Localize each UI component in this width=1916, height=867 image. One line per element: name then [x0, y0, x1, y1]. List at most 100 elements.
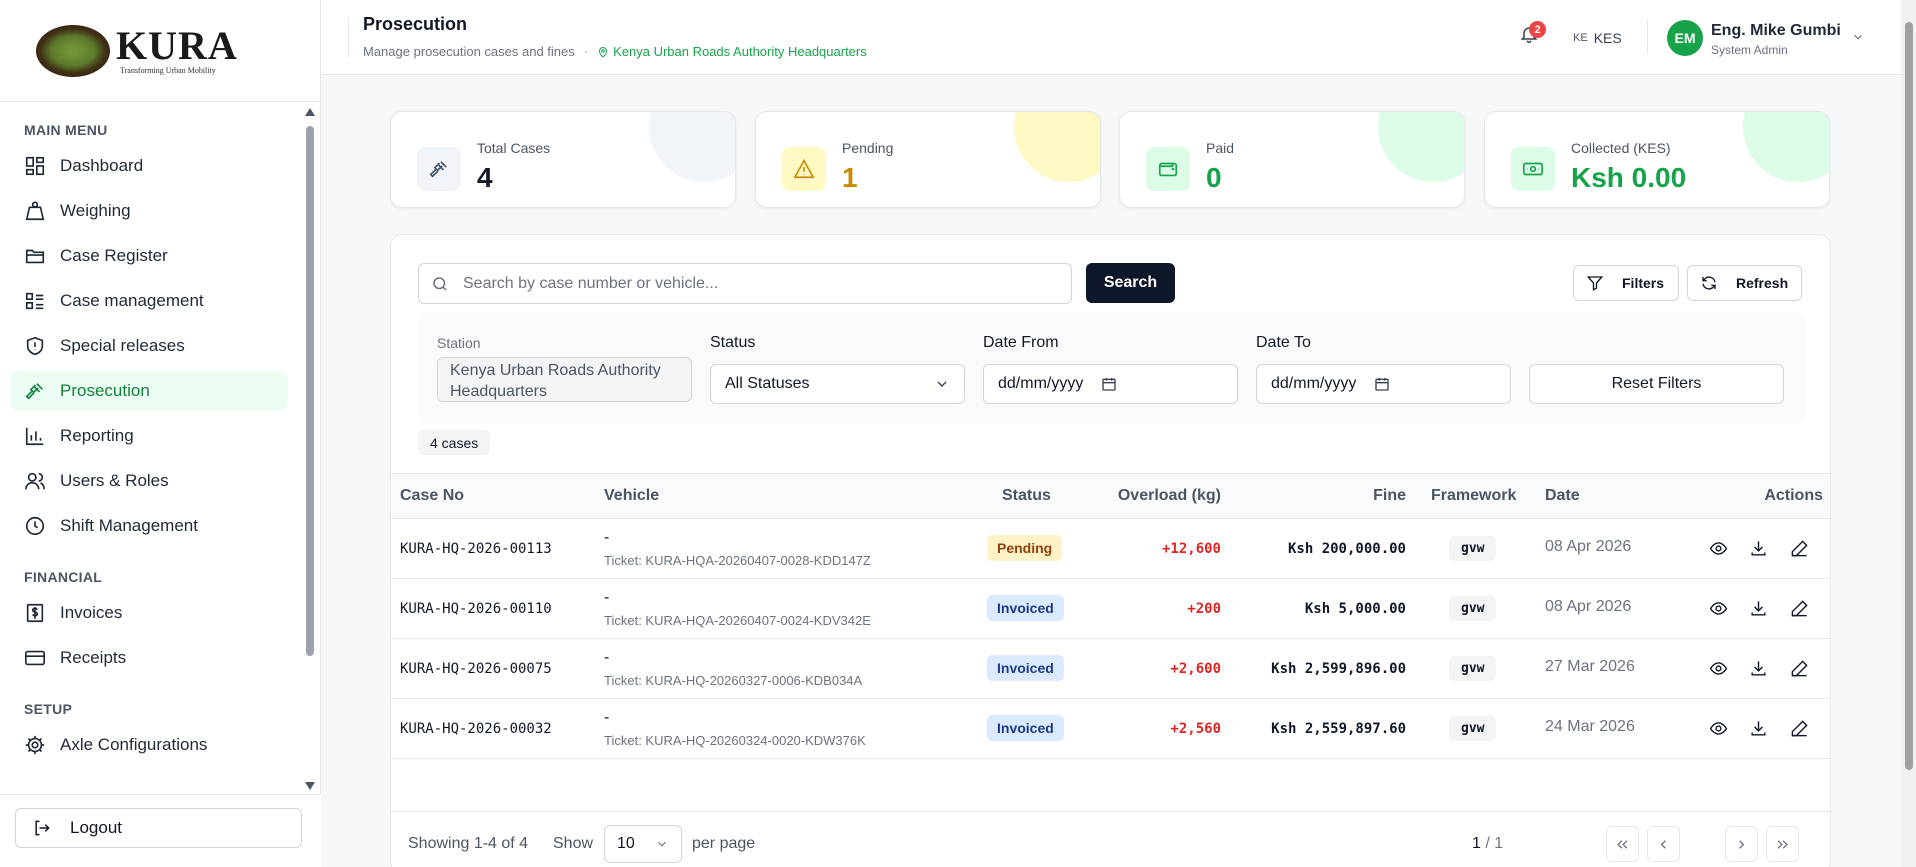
download-icon[interactable] — [1747, 597, 1769, 619]
date-from-input[interactable]: dd/mm/yyyy — [983, 364, 1238, 404]
framework-badge: gvw — [1449, 596, 1497, 621]
scrollbar-thumb[interactable] — [306, 126, 314, 656]
sidebar-item-reporting[interactable]: Reporting — [11, 416, 288, 456]
edit-icon[interactable] — [1788, 717, 1810, 739]
date-to-input[interactable]: dd/mm/yyyy — [1256, 364, 1511, 404]
view-icon[interactable] — [1707, 597, 1729, 619]
sidebar-item-shift-management[interactable]: Shift Management — [11, 506, 288, 546]
view-icon[interactable] — [1707, 657, 1729, 679]
per-page-select[interactable]: 10 — [604, 825, 682, 863]
table-row[interactable]: KURA-HQ-2026-00110 - Ticket: KURA-HQA-20… — [391, 579, 1830, 639]
case-number[interactable]: KURA-HQ-2026-00032 — [400, 721, 552, 737]
fine-value: Ksh 5,000.00 — [1304, 601, 1406, 617]
view-icon[interactable] — [1707, 537, 1729, 559]
col-framework[interactable]: Framework — [1431, 487, 1516, 505]
stat-card-total-cases: Total Cases 4 — [390, 111, 736, 208]
logout-button[interactable]: Logout — [15, 808, 302, 848]
notifications-button[interactable]: 2 — [1519, 21, 1546, 48]
nav-section-title: FINANCIAL — [24, 569, 103, 585]
prev-page-button[interactable] — [1647, 826, 1680, 862]
case-number[interactable]: KURA-HQ-2026-00110 — [400, 601, 552, 617]
edit-icon[interactable] — [1788, 537, 1810, 559]
sidebar-item-case-register[interactable]: Case Register — [11, 236, 288, 276]
sidebar-item-special-releases[interactable]: Special releases — [11, 326, 288, 366]
download-icon[interactable] — [1747, 717, 1769, 739]
user-name[interactable]: Eng. Mike Gumbi — [1711, 22, 1841, 40]
station-link[interactable]: Kenya Urban Roads Authority Headquarters — [597, 44, 867, 59]
cases-panel: Search Filters Refresh Station Kenya Urb… — [390, 234, 1831, 867]
brand-name: KURA — [116, 23, 238, 68]
stat-value: 0 — [1206, 162, 1222, 193]
last-page-button[interactable] — [1766, 826, 1799, 862]
case-number[interactable]: KURA-HQ-2026-00075 — [400, 661, 552, 677]
scroll-down-icon[interactable] — [305, 782, 315, 790]
next-page-button[interactable] — [1725, 826, 1758, 862]
sidebar-item-label: Invoices — [60, 603, 123, 622]
stat-label: Collected (KES) — [1571, 140, 1671, 156]
page-scrollbar-thumb[interactable] — [1905, 22, 1913, 770]
sidebar-item-label: Case management — [60, 291, 204, 310]
chevron-right-icon — [1739, 839, 1745, 849]
filters-button[interactable]: Filters — [1573, 265, 1679, 301]
sidebar-item-axle-configurations[interactable]: Axle Configurations — [11, 725, 288, 765]
status-select[interactable]: All Statuses — [710, 364, 965, 404]
sidebar-item-dashboard[interactable]: Dashboard — [11, 146, 288, 186]
sidebar-item-case-management[interactable]: Case management — [11, 281, 288, 321]
search-button[interactable]: Search — [1086, 263, 1175, 303]
page-title: Prosecution — [363, 14, 468, 34]
col-vehicle[interactable]: Vehicle — [604, 487, 659, 505]
search-box[interactable] — [418, 263, 1072, 304]
currency-selector[interactable]: KE KES — [1573, 30, 1622, 46]
col-case-no[interactable]: Case No — [400, 487, 464, 505]
col-fine[interactable]: Fine — [1373, 487, 1406, 505]
sidebar-item-receipts[interactable]: Receipts — [11, 638, 288, 678]
edit-icon[interactable] — [1788, 597, 1810, 619]
page-indicator: 1 / 1 — [1472, 835, 1503, 853]
refresh-button[interactable]: Refresh — [1687, 265, 1802, 301]
ticket-number: Ticket: KURA-HQ-20260327-0006-KDB034A — [604, 673, 863, 688]
download-icon[interactable] — [1747, 657, 1769, 679]
page-scrollbar[interactable] — [1901, 0, 1916, 867]
stat-value: 1 — [842, 162, 858, 193]
fine-value: Ksh 2,559,897.60 — [1271, 721, 1406, 737]
download-icon[interactable] — [1747, 537, 1769, 559]
users-icon — [24, 470, 46, 492]
table-row[interactable]: KURA-HQ-2026-00113 - Ticket: KURA-HQA-20… — [391, 519, 1830, 579]
first-page-button[interactable] — [1606, 826, 1639, 862]
scroll-up-icon[interactable] — [305, 108, 315, 116]
filter-panel: Station Kenya Urban Roads Authority Head… — [418, 312, 1805, 424]
calendar-icon[interactable] — [1374, 376, 1390, 392]
clock-icon — [24, 515, 46, 537]
user-menu-chevron-icon[interactable] — [1851, 30, 1865, 44]
sidebar-item-prosecution[interactable]: Prosecution — [11, 371, 288, 411]
list-icon — [24, 290, 46, 312]
sidebar-item-invoices[interactable]: Invoices — [11, 593, 288, 633]
date-from-label: Date From — [983, 334, 1059, 351]
card-icon — [24, 647, 46, 669]
search-input[interactable] — [463, 274, 1043, 293]
vehicle-value: - — [604, 649, 610, 666]
table-row[interactable]: KURA-HQ-2026-00075 - Ticket: KURA-HQ-202… — [391, 639, 1830, 699]
sidebar-item-weighing[interactable]: Weighing — [11, 191, 288, 231]
sidebar-item-label: Prosecution — [60, 381, 150, 400]
col-status[interactable]: Status — [1002, 487, 1051, 505]
logo[interactable]: KURA Transforming Urban Mobility — [0, 0, 320, 102]
view-icon[interactable] — [1707, 717, 1729, 739]
reset-filters-button[interactable]: Reset Filters — [1529, 364, 1784, 404]
sidebar-item-users-roles[interactable]: Users & Roles — [11, 461, 288, 501]
table-row[interactable]: KURA-HQ-2026-00032 - Ticket: KURA-HQ-202… — [391, 699, 1830, 759]
overload-value: +2,560 — [1170, 721, 1221, 737]
calendar-icon[interactable] — [1101, 376, 1117, 392]
chevron-down-icon — [658, 841, 666, 847]
col-overload[interactable]: Overload (kg) — [1118, 487, 1221, 505]
case-number[interactable]: KURA-HQ-2026-00113 — [400, 541, 552, 557]
edit-icon[interactable] — [1788, 657, 1810, 679]
sidebar-item-label: Receipts — [60, 648, 127, 667]
case-date: 08 Apr 2026 — [1545, 598, 1632, 615]
sidebar-scrollbar[interactable] — [303, 106, 317, 792]
search-icon — [433, 276, 447, 291]
avatar[interactable]: EM — [1667, 20, 1703, 56]
sidebar-item-label: Case Register — [60, 246, 168, 265]
col-date[interactable]: Date — [1545, 487, 1580, 505]
current-page: 1 — [1472, 835, 1481, 852]
